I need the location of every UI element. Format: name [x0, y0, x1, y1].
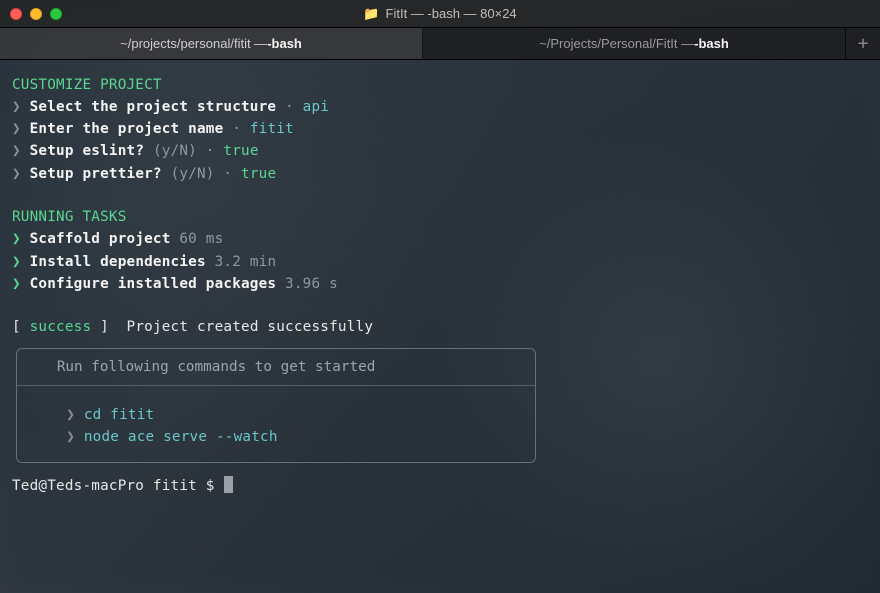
- new-tab-button[interactable]: +: [846, 28, 880, 59]
- tab-bar: ~/projects/personal/fitit — -bash ~/Proj…: [0, 28, 880, 60]
- section-customize-title: CUSTOMIZE PROJECT: [12, 74, 868, 96]
- close-icon[interactable]: [10, 8, 22, 20]
- cmd-serve: ❯ node ace serve --watch: [31, 426, 521, 448]
- window-title: 📁 FitIt — -bash — 80×24: [0, 6, 880, 21]
- tab-2-proc: -bash: [694, 36, 729, 51]
- instructions-header: Run following commands to get started: [17, 349, 535, 386]
- folder-icon: 📁: [363, 7, 379, 20]
- cmd-cd: ❯ cd fitit: [31, 404, 521, 426]
- shell-prompt[interactable]: Ted@Teds-macPro fitit $: [12, 475, 868, 497]
- instructions-box: Run following commands to get started ❯ …: [16, 348, 536, 463]
- section-tasks-title: RUNNING TASKS: [12, 206, 868, 228]
- task-configure: ❯ Configure installed packages 3.96 s: [12, 273, 868, 295]
- tab-1-proc: -bash: [267, 36, 302, 51]
- tab-1-path: ~/projects/personal/fitit —: [120, 36, 267, 51]
- titlebar: 📁 FitIt — -bash — 80×24: [0, 0, 880, 28]
- tab-1[interactable]: ~/projects/personal/fitit — -bash: [0, 28, 423, 59]
- cursor-icon: [224, 476, 233, 493]
- tab-2[interactable]: ~/Projects/Personal/FitIt — -bash: [423, 28, 846, 59]
- status-line: [ success ] Project created successfully: [12, 316, 868, 338]
- minimize-icon[interactable]: [30, 8, 42, 20]
- task-scaffold: ❯ Scaffold project 60 ms: [12, 228, 868, 250]
- window-controls: [10, 8, 62, 20]
- zoom-icon[interactable]: [50, 8, 62, 20]
- terminal-window: 📁 FitIt — -bash — 80×24 ~/projects/perso…: [0, 0, 880, 593]
- prompt-structure: ❯ Select the project structure · api: [12, 96, 868, 118]
- task-install: ❯ Install dependencies 3.2 min: [12, 251, 868, 273]
- tab-2-path: ~/Projects/Personal/FitIt —: [539, 36, 694, 51]
- prompt-project-name: ❯ Enter the project name · fitit: [12, 118, 868, 140]
- terminal-body[interactable]: CUSTOMIZE PROJECT ❯ Select the project s…: [0, 60, 880, 593]
- prompt-eslint: ❯ Setup eslint? (y/N) · true: [12, 140, 868, 162]
- window-title-text: FitIt — -bash — 80×24: [386, 6, 517, 21]
- prompt-prettier: ❯ Setup prettier? (y/N) · true: [12, 163, 868, 185]
